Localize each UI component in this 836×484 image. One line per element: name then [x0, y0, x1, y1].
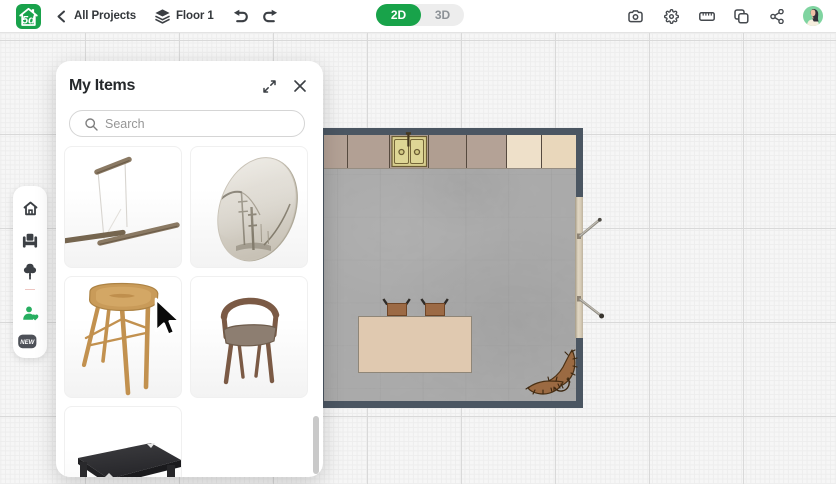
svg-text:5d: 5d — [22, 15, 35, 27]
svg-text:NEW: NEW — [20, 340, 35, 346]
